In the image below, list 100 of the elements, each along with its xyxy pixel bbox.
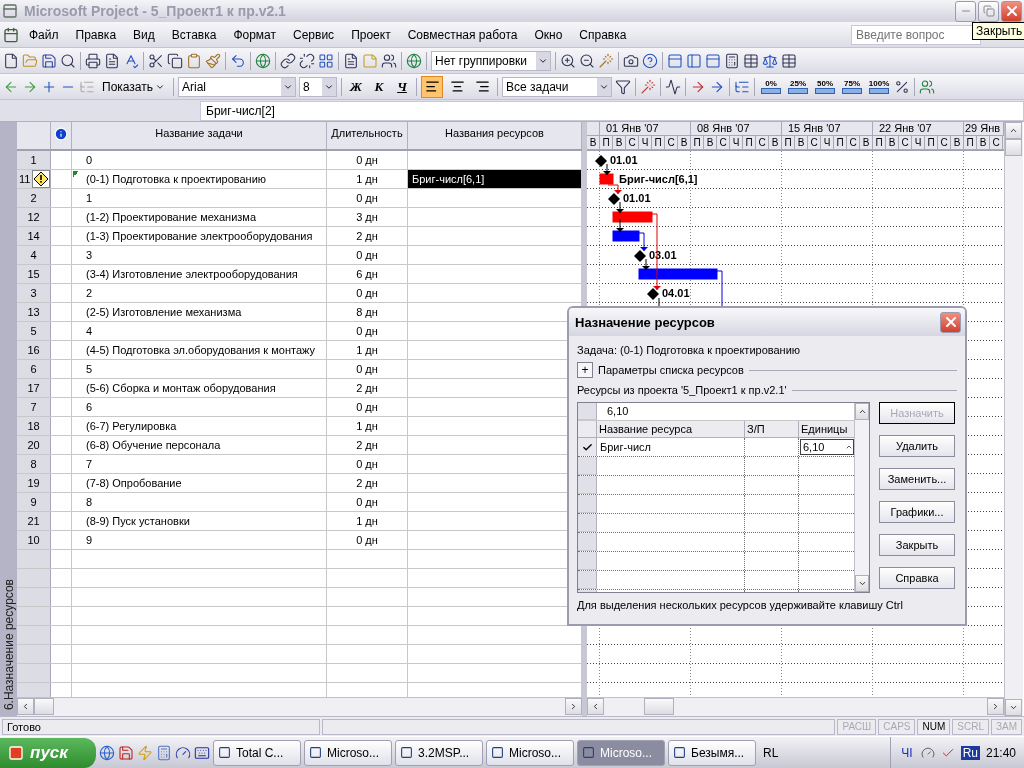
scale-icon[interactable]	[762, 52, 778, 69]
format-button[interactable]: К	[369, 75, 389, 98]
format-button[interactable]: Ж	[346, 75, 366, 98]
row-header[interactable]: 7	[17, 398, 51, 416]
menu-item[interactable]: Окно	[527, 27, 570, 42]
menu-item[interactable]: Файл	[22, 27, 66, 42]
scissors-icon[interactable]	[148, 52, 164, 69]
globe-icon[interactable]	[255, 52, 271, 69]
row-header[interactable]: 13	[17, 303, 51, 321]
network-view-icon[interactable]	[686, 52, 702, 69]
scroll-arrow-button[interactable]	[855, 403, 869, 420]
split-icon[interactable]	[318, 52, 334, 69]
camera-icon[interactable]	[623, 52, 639, 69]
menu-item[interactable]: Совместная работа	[400, 27, 525, 42]
row-header[interactable]: 18	[17, 417, 51, 435]
menu-item[interactable]: Формат	[226, 27, 284, 42]
resources-icon[interactable]	[919, 78, 935, 95]
row-header[interactable]: 1	[17, 151, 51, 169]
row-header[interactable]: 10	[17, 531, 51, 549]
scroll-thumb[interactable]	[644, 698, 674, 715]
wizard-icon[interactable]	[640, 78, 656, 95]
resource-name-cell[interactable]: Бриг-числ	[597, 438, 745, 456]
menu-item[interactable]: Правка	[68, 27, 124, 42]
calculator-icon[interactable]	[724, 52, 740, 69]
row-header[interactable]: 11	[17, 170, 51, 188]
progress-button[interactable]: 100%	[867, 75, 891, 98]
scroll-to-task-icon[interactable]	[598, 52, 614, 69]
format-button[interactable]: Ч	[392, 75, 412, 98]
menu-item[interactable]: Справка	[572, 27, 634, 42]
column-header[interactable]: Название задачи	[72, 122, 327, 149]
scroll-arrow-button[interactable]	[565, 698, 582, 715]
floppy-icon[interactable]	[118, 744, 134, 761]
dialog-button[interactable]: Справка	[879, 567, 955, 589]
zoom-out-icon[interactable]	[579, 52, 595, 69]
taskbar-button[interactable]: Microso...	[304, 739, 392, 766]
column-header[interactable]: Название ресурса	[597, 421, 745, 437]
new-file-icon[interactable]	[3, 52, 19, 69]
row-header[interactable]: 9	[17, 493, 51, 511]
filter-icon[interactable]	[615, 78, 631, 95]
calendar-view-icon[interactable]	[705, 52, 721, 69]
row-header[interactable]: 17	[17, 379, 51, 397]
copy-icon[interactable]	[167, 52, 183, 69]
zoom-in-icon[interactable]	[560, 52, 576, 69]
link-icon[interactable]	[280, 52, 296, 69]
menu-item[interactable]: Проект	[344, 27, 398, 42]
row-header[interactable]: 6	[17, 360, 51, 378]
language-indicator[interactable]: Ru	[960, 745, 980, 760]
row-header[interactable]: 20	[17, 436, 51, 454]
language-bar[interactable]: RL	[759, 745, 783, 760]
scroll-thumb[interactable]	[34, 698, 54, 715]
scroll-arrow-button[interactable]	[587, 698, 604, 715]
scroll-thumb[interactable]	[1005, 139, 1022, 156]
dialog-button[interactable]: Закрыть	[879, 534, 955, 556]
form-view-icon[interactable]	[743, 52, 759, 69]
spell-check-icon[interactable]	[123, 52, 139, 69]
entry-field[interactable]: Бриг-числ[2]	[200, 100, 1024, 121]
entry-field[interactable]: 6,10	[597, 403, 854, 420]
menu-item[interactable]: Вставка	[164, 27, 224, 42]
view-bar[interactable]: 6.Назначение ресурсов	[0, 122, 17, 716]
dialog-button[interactable]: Удалить	[879, 435, 955, 457]
row-header[interactable]: 2	[17, 189, 51, 207]
help-icon[interactable]	[642, 52, 658, 69]
filter-dropdown[interactable]: Все задачи	[502, 76, 612, 97]
column-header[interactable]: Длительность	[327, 122, 408, 149]
row-header[interactable]: 4	[17, 246, 51, 264]
close-button[interactable]	[1001, 0, 1022, 22]
minimize-button[interactable]	[955, 0, 976, 22]
column-header[interactable]: З/П	[745, 421, 799, 437]
taskbar-button[interactable]: Total C...	[213, 739, 301, 766]
save-icon[interactable]	[41, 52, 57, 69]
row-header[interactable]: 15	[17, 265, 51, 283]
print-preview-icon[interactable]	[104, 52, 120, 69]
scroll-arrow-button[interactable]	[17, 698, 34, 715]
taskbar-button[interactable]: Microso...	[486, 739, 574, 766]
font-dropdown[interactable]: Arial	[178, 76, 296, 97]
row-header[interactable]: 19	[17, 474, 51, 492]
gantt-view-icon[interactable]	[667, 52, 683, 69]
percent-icon[interactable]	[894, 78, 910, 95]
row-header[interactable]: 8	[17, 455, 51, 473]
scroll-arrow-button[interactable]	[987, 698, 1004, 715]
calculator-icon[interactable]	[156, 744, 172, 761]
keyboard-icon[interactable]	[194, 744, 210, 761]
font-size-dropdown[interactable]: 8	[299, 76, 337, 97]
browser-icon[interactable]	[99, 744, 115, 761]
grouping-dropdown[interactable]: Нет группировки	[431, 50, 551, 71]
paste-icon[interactable]	[186, 52, 202, 69]
scroll-arrow-button[interactable]	[1005, 699, 1022, 716]
expand-button[interactable]: +	[577, 362, 593, 378]
activity-icon[interactable]	[665, 78, 681, 95]
document-icon[interactable]	[3, 26, 19, 43]
menu-item[interactable]: Сервис	[286, 27, 342, 42]
web-icon[interactable]	[406, 52, 422, 69]
paintbrush-icon[interactable]	[205, 52, 221, 69]
restore-button[interactable]	[978, 0, 999, 22]
row-header[interactable]: 21	[17, 512, 51, 530]
resource-cell[interactable]: Бриг-числ[6,1]	[408, 170, 582, 188]
progress-button[interactable]: 75%	[840, 75, 864, 98]
dialog-button[interactable]: Графики...	[879, 501, 955, 523]
scroll-arrow-button[interactable]	[1005, 122, 1022, 139]
taskbar-button[interactable]: Безымя...	[668, 739, 756, 766]
